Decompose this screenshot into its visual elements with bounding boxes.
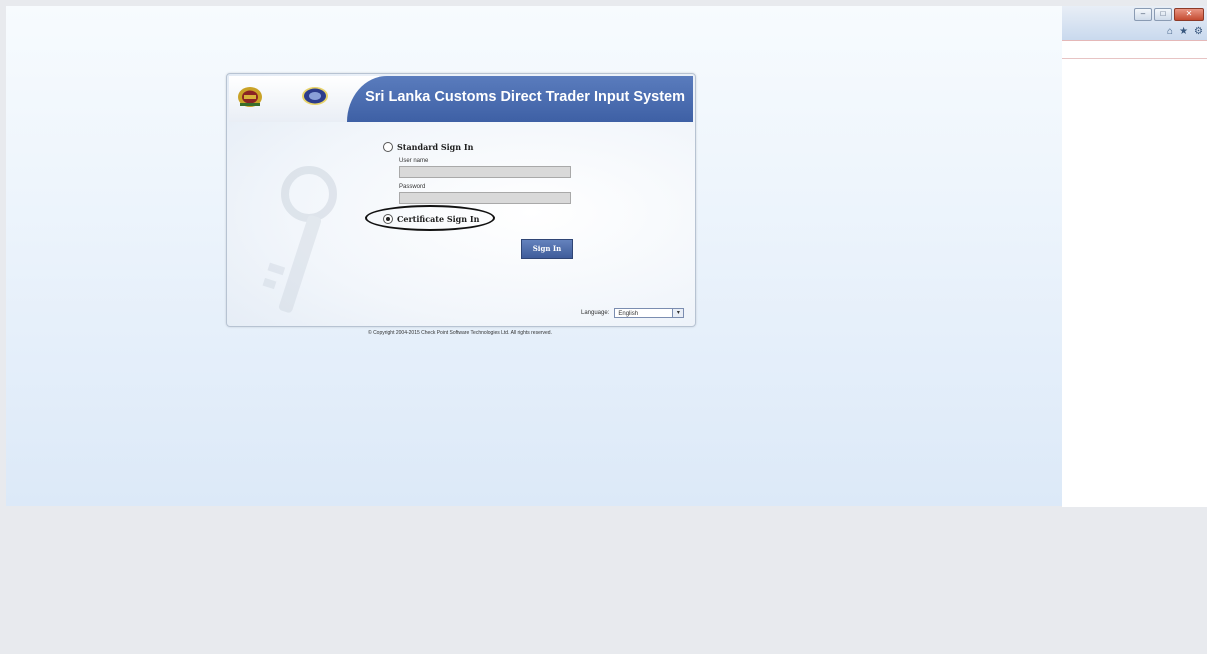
sri-lanka-emblem-icon: [238, 87, 262, 107]
page-title: Sri Lanka Customs Direct Trader Input Sy…: [365, 89, 685, 105]
standard-signin-label: Standard Sign In: [397, 142, 474, 152]
chevron-down-icon[interactable]: ▾: [672, 309, 684, 317]
language-label: Language:: [581, 310, 610, 316]
standard-signin-radio[interactable]: [383, 142, 393, 152]
login-panel: Sri Lanka Customs Direct Trader Input Sy…: [226, 73, 696, 327]
username-field[interactable]: [399, 166, 571, 178]
language-selector: Language: English ▾: [581, 308, 685, 318]
signin-button[interactable]: Sign In: [521, 239, 573, 259]
username-label: User name: [399, 158, 429, 164]
star-icon[interactable]: ★: [1179, 26, 1188, 37]
key-watermark-icon: [262, 166, 337, 313]
copyright-text: © Copyright 2004-2015 Check Point Softwa…: [368, 330, 552, 336]
restore-icon[interactable]: □: [1154, 8, 1172, 21]
gear-icon[interactable]: ⚙: [1194, 26, 1203, 37]
customs-seal-icon: [302, 87, 328, 105]
standard-signin-option[interactable]: Standard Sign In: [383, 142, 623, 152]
signin-form: Standard Sign In User name Password Cert…: [365, 142, 623, 231]
minimize-icon[interactable]: –: [1134, 8, 1152, 21]
browser-toolbar-icons: ⌂ ★ ⚙: [1167, 26, 1203, 37]
home-icon[interactable]: ⌂: [1167, 26, 1173, 37]
password-label: Password: [399, 184, 426, 190]
login-header: Sri Lanka Customs Direct Trader Input Sy…: [229, 76, 693, 122]
close-icon[interactable]: ✕: [1174, 8, 1204, 21]
certificate-signin-option-wrap: Certificate Sign In: [365, 205, 623, 231]
language-selected-value: English: [618, 311, 639, 317]
browser-chrome: – □ ✕ ⌂ ★ ⚙: [1062, 6, 1207, 40]
language-select[interactable]: English ▾: [614, 308, 685, 318]
window-controls: – □ ✕: [1134, 8, 1204, 21]
certificate-signin-radio[interactable]: [383, 214, 393, 224]
divider: [1062, 58, 1207, 59]
browser-side-panel: [1062, 40, 1207, 507]
password-field[interactable]: [399, 192, 571, 204]
